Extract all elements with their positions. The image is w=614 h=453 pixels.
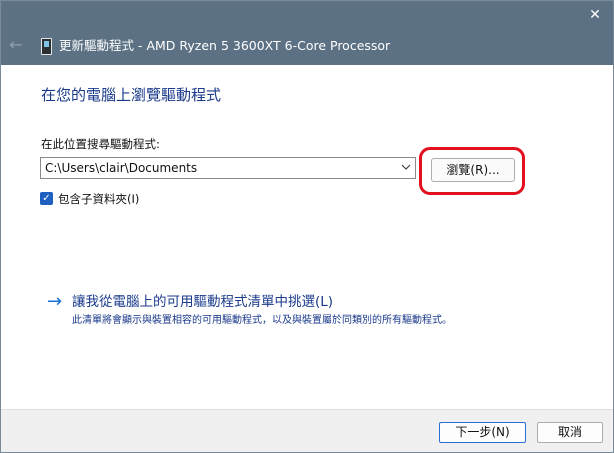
- next-button[interactable]: 下一步(N): [439, 422, 526, 443]
- driver-path-combobox[interactable]: C:\Users\clair\Documents: [40, 157, 416, 179]
- title-bar: ✕ ← 更新驅動程式 - AMD Ryzen 5 3600XT 6-Core P…: [1, 1, 613, 65]
- pick-from-list-description: 此清單將會顯示與裝置相容的可用驅動程式，以及與裝置屬於同類別的所有驅動程式。: [72, 315, 452, 326]
- dialog-footer: 下一步(N) 取消: [1, 409, 613, 452]
- include-subfolders-checkbox[interactable]: ✓: [40, 192, 53, 205]
- close-icon: ✕: [589, 7, 601, 23]
- browse-button[interactable]: 瀏覽(R)...: [431, 158, 515, 182]
- checkmark-icon: ✓: [42, 193, 51, 204]
- close-button[interactable]: ✕: [585, 5, 605, 25]
- arrow-right-icon: →: [47, 291, 63, 312]
- back-arrow-icon: ←: [9, 35, 23, 54]
- page-heading: 在您的電腦上瀏覽驅動程式: [41, 86, 222, 104]
- include-subfolders-label[interactable]: 包含子資料夾(I): [58, 191, 139, 207]
- pick-from-list-link[interactable]: 讓我從電腦上的可用驅動程式清單中挑選(L): [72, 292, 333, 312]
- update-driver-dialog: ✕ ← 更新驅動程式 - AMD Ryzen 5 3600XT 6-Core P…: [0, 0, 614, 453]
- search-location-label: 在此位置搜尋驅動程式:: [41, 137, 160, 151]
- device-chip-icon: [41, 38, 52, 55]
- window-title: 更新驅動程式 - AMD Ryzen 5 3600XT 6-Core Proce…: [59, 38, 391, 53]
- cancel-button[interactable]: 取消: [537, 422, 603, 443]
- driver-path-input[interactable]: C:\Users\clair\Documents: [45, 160, 397, 176]
- chevron-down-icon[interactable]: [398, 158, 414, 178]
- back-button[interactable]: ←: [7, 36, 25, 54]
